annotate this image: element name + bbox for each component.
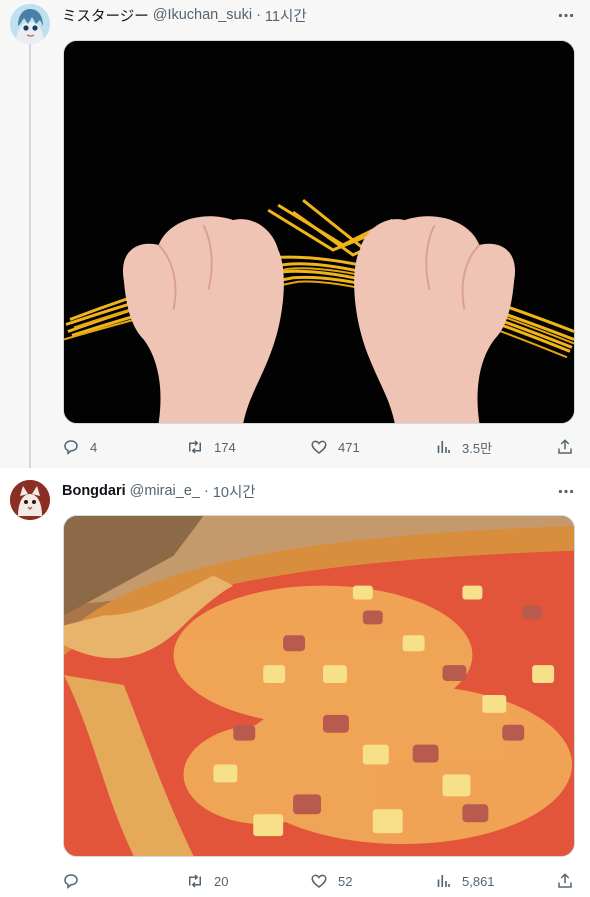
reply-count: 4 [90, 439, 98, 455]
spaghetti-hands-image [64, 41, 574, 423]
anime-avatar-icon [10, 4, 50, 44]
tweet-header: Bongdari @mirai_e_ · 10시간 [62, 480, 256, 502]
like-count: 52 [338, 873, 353, 889]
reply-icon [64, 440, 78, 456]
like-count: 471 [338, 439, 360, 455]
more-dots-icon [558, 13, 574, 17]
share-button[interactable] [556, 436, 574, 458]
tweet-actions: 20 52 5,861 [62, 870, 578, 892]
retweet-count: 174 [214, 439, 236, 455]
heart-icon [311, 874, 327, 888]
tweet-actions: 4 174 471 3.5만 [62, 436, 578, 458]
share-button[interactable] [556, 870, 574, 892]
display-name[interactable]: Bongdari [62, 483, 126, 499]
view-count: 5,861 [462, 873, 495, 889]
reply-button[interactable]: 4 [62, 436, 97, 458]
timestamp[interactable]: 11시간 [265, 5, 307, 26]
separator-dot: · [203, 483, 209, 499]
views-chart-icon [437, 875, 450, 887]
avatar[interactable] [10, 480, 50, 520]
tweet-media-image[interactable] [63, 40, 575, 424]
view-count: 3.5만 [462, 440, 493, 456]
thread-connector-line [29, 44, 31, 476]
display-name[interactable]: ミスタージー [62, 5, 149, 26]
hawaiian-pizza-image [64, 516, 574, 856]
reply-icon [64, 874, 78, 890]
tweet[interactable]: Bongdari @mirai_e_ · 10시간 20 52 5,861 [0, 468, 590, 897]
tweet-header: ミスタージー @Ikuchan_suki · 11시간 [62, 4, 307, 26]
retweet-icon [189, 440, 201, 454]
like-button[interactable]: 52 [310, 870, 352, 892]
cartoon-cat-avatar-icon [10, 480, 50, 520]
retweet-button[interactable]: 20 [186, 870, 228, 892]
share-icon [558, 439, 572, 454]
share-icon [558, 873, 572, 888]
tweet[interactable]: ミスタージー @Ikuchan_suki · 11시간 4 174 471 3.… [0, 0, 590, 476]
separator-dot: · [256, 7, 261, 23]
tweet-media-image[interactable] [63, 515, 575, 857]
user-handle[interactable]: @mirai_e_ [130, 483, 200, 499]
timestamp[interactable]: 10시간 [213, 481, 256, 502]
more-options-button[interactable] [556, 482, 576, 500]
views-button[interactable]: 3.5만 [434, 436, 492, 458]
more-dots-icon [558, 489, 574, 493]
like-button[interactable]: 471 [310, 436, 360, 458]
retweet-count: 20 [214, 873, 229, 889]
heart-icon [311, 440, 327, 454]
user-handle[interactable]: @Ikuchan_suki [153, 7, 252, 23]
more-options-button[interactable] [556, 6, 576, 24]
avatar[interactable] [10, 4, 50, 44]
reply-button[interactable] [62, 870, 90, 892]
views-button[interactable]: 5,861 [434, 870, 495, 892]
views-chart-icon [437, 441, 450, 453]
retweet-icon [189, 874, 201, 888]
retweet-button[interactable]: 174 [186, 436, 236, 458]
